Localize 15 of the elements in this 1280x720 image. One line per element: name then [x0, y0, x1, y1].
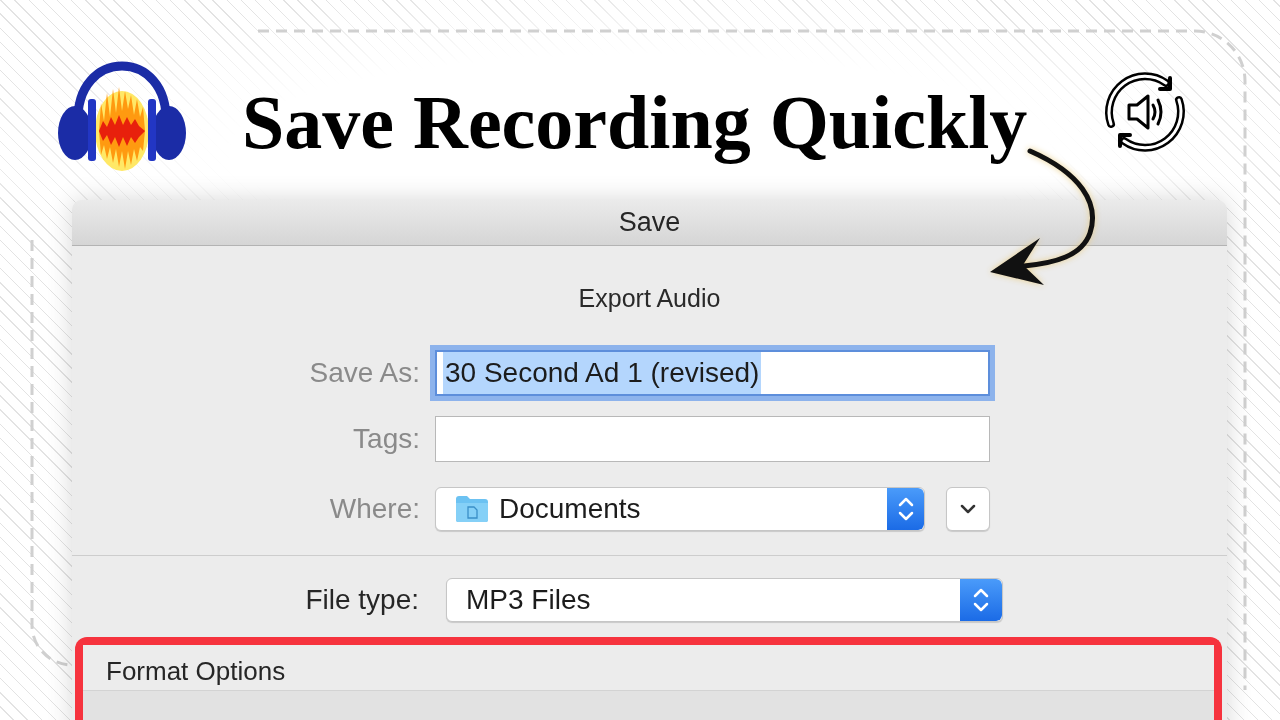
file-type-popup[interactable]: MP3 Files	[446, 578, 1003, 622]
folder-icon	[455, 495, 489, 523]
text-field[interactable]	[435, 416, 990, 462]
panel-title: Format Options	[106, 656, 286, 686]
up-down-chevrons-icon	[960, 579, 1002, 621]
up-down-chevrons-icon	[887, 488, 924, 530]
chevron-down-icon	[960, 504, 976, 514]
field-label: File type:	[304, 583, 419, 617]
field-label: Where:	[328, 492, 420, 526]
field-label: Save As:	[308, 356, 420, 390]
dialog-title: Save	[618, 206, 681, 240]
expand-button[interactable]	[946, 487, 990, 531]
dialog-subtitle: Export Audio	[578, 283, 721, 313]
location-popup[interactable]: Documents	[435, 487, 925, 531]
field-label: Tags:	[352, 422, 420, 456]
